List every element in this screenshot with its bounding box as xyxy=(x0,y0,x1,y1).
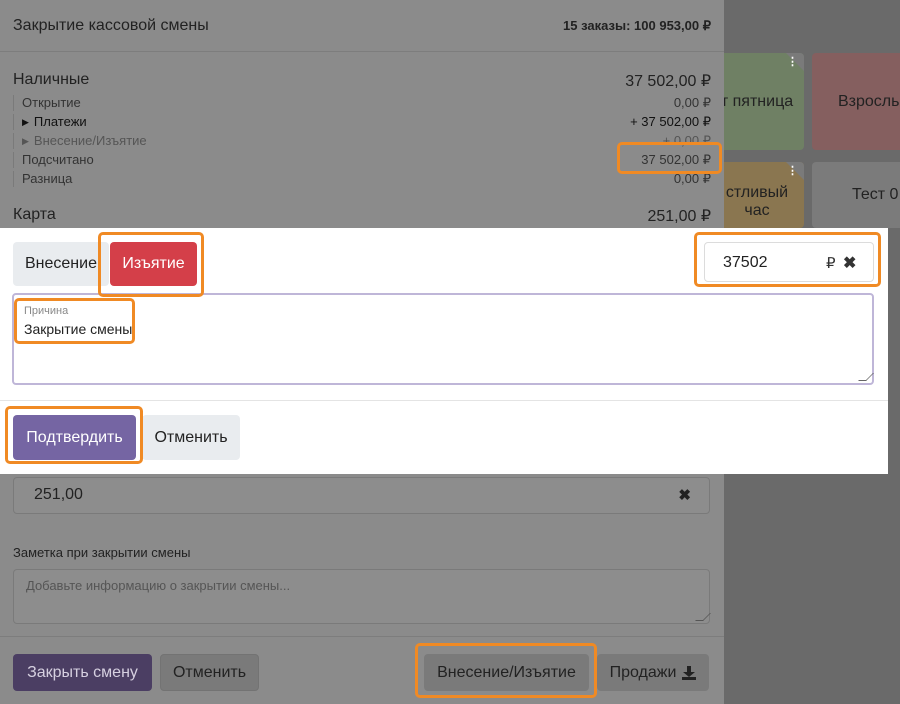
opening-label: Открытие xyxy=(22,95,81,110)
resize-handle-icon[interactable] xyxy=(695,613,711,621)
product-tile[interactable]: Взросль xyxy=(812,53,900,150)
product-tile-label: Взросль xyxy=(838,92,900,110)
reason-value: Закрытие смены xyxy=(24,321,133,337)
caret-right-icon: ▶ xyxy=(22,117,29,127)
cancel-button[interactable]: Отменить xyxy=(142,415,240,460)
payments-label: Платежи xyxy=(33,114,87,129)
payments-value: + 37 502,00 ₽ xyxy=(630,114,711,129)
closing-note-label: Заметка при закрытии смены xyxy=(13,545,191,560)
opening-row: Открытие 0,00 ₽ xyxy=(13,95,711,111)
difference-label: Разница xyxy=(22,171,73,186)
kebab-icon[interactable]: ⋮ xyxy=(787,55,798,68)
sales-button-label: Продажи xyxy=(609,663,677,681)
difference-row: Разница 0,00 ₽ xyxy=(13,171,711,187)
reason-textarea[interactable]: Причина Закрытие смены xyxy=(12,293,874,385)
payments-row[interactable]: ▶ Платежи + 37 502,00 ₽ xyxy=(13,114,711,130)
caret-right-icon: ▶ xyxy=(22,136,29,146)
card-amount-input[interactable]: 251,00 ✖ xyxy=(13,477,710,514)
clear-icon[interactable]: ✖ xyxy=(843,253,856,273)
product-tile-label: стливый час xyxy=(725,184,789,219)
cash-move-dialog: Внесение Изъятие 37502 ₽ ✖ Причина Закры… xyxy=(0,228,888,474)
orders-summary: 15 заказы: 100 953,00 ₽ xyxy=(563,17,711,33)
cash-label: Наличные xyxy=(13,71,90,88)
cash-total: 37 502,00 ₽ xyxy=(625,73,711,90)
product-tile-label: Тест 0 xyxy=(852,186,899,203)
tab-cash-out[interactable]: Изъятие xyxy=(110,242,197,286)
card-total: 251,00 ₽ xyxy=(647,208,711,225)
product-tile[interactable]: т пятница ⋮ xyxy=(710,53,804,150)
amount-value: 37502 xyxy=(723,254,768,271)
resize-handle-icon[interactable] xyxy=(858,373,874,381)
counted-row: Подсчитано 37 502,00 ₽ xyxy=(13,152,711,168)
cash-moves-value: + 0,00 ₽ xyxy=(662,133,711,148)
tab-cash-in[interactable]: Внесение xyxy=(13,242,109,286)
confirm-button[interactable]: Подтвердить xyxy=(13,415,136,460)
panel-header: Закрытие кассовой смены 15 заказы: 100 9… xyxy=(0,0,724,52)
product-tile[interactable]: стливый час ⋮ xyxy=(710,162,804,228)
product-tile-label: т пятница xyxy=(720,92,794,110)
sales-button[interactable]: Продажи xyxy=(597,654,709,691)
cash-in-out-button[interactable]: Внесение/Изъятие xyxy=(424,654,589,691)
card-label: Карта xyxy=(13,206,56,223)
kebab-icon[interactable]: ⋮ xyxy=(787,164,798,177)
card-row: Карта 251,00 ₽ xyxy=(13,206,711,226)
opening-value: 0,00 ₽ xyxy=(673,95,711,110)
close-shift-button[interactable]: Закрыть смену xyxy=(13,654,152,691)
amount-input[interactable]: 37502 ₽ ✖ xyxy=(704,242,874,282)
card-amount-value: 251,00 xyxy=(34,486,83,503)
download-icon xyxy=(682,665,697,680)
closing-note-textarea[interactable]: Добавьте информацию о закрытии смены... xyxy=(13,569,711,624)
counted-value: 37 502,00 ₽ xyxy=(641,152,711,167)
cash-moves-label: Внесение/Изъятие xyxy=(33,133,147,148)
panel-title: Закрытие кассовой смены xyxy=(13,16,209,34)
cancel-close-button[interactable]: Отменить xyxy=(160,654,259,691)
clear-icon[interactable]: ✖ xyxy=(678,486,691,504)
reason-label: Причина xyxy=(24,305,69,317)
footer-divider xyxy=(0,636,724,637)
counted-label: Подсчитано xyxy=(22,152,94,167)
dialog-divider xyxy=(0,400,888,401)
difference-value: 0,00 ₽ xyxy=(673,171,711,186)
currency-symbol: ₽ xyxy=(826,255,836,272)
product-tile[interactable]: Тест 0 xyxy=(812,162,900,228)
closing-note-placeholder: Добавьте информацию о закрытии смены... xyxy=(26,578,291,593)
cash-moves-row[interactable]: ▶ Внесение/Изъятие + 0,00 ₽ xyxy=(13,133,711,149)
cash-row: Наличные 37 502,00 ₽ xyxy=(13,71,711,91)
